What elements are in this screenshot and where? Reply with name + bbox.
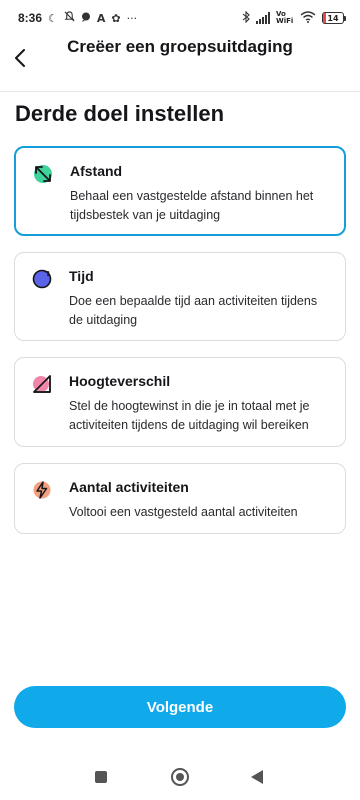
battery-level: 14 <box>327 13 339 23</box>
system-back-button[interactable] <box>251 770 263 784</box>
option-card-activities[interactable]: Aantal activiteiten Voltooi een vastgest… <box>14 463 346 534</box>
moon-icon: ☾ <box>48 11 58 25</box>
header-title: Creëer een groepsuitdaging <box>67 37 293 56</box>
option-card-elevation[interactable]: Hoogteverschil Stel de hoogtewinst in di… <box>14 357 346 447</box>
status-left: 8:36 ☾ A ✿ ··· <box>18 11 137 25</box>
signal-icon <box>256 12 270 24</box>
option-card-distance[interactable]: Afstand Behaal een vastgestelde afstand … <box>14 146 346 236</box>
option-description: Doe een bepaalde tijd aan activiteiten t… <box>69 294 318 327</box>
back-button[interactable] <box>10 46 30 70</box>
chevron-left-icon <box>15 49 25 67</box>
option-title: Afstand <box>70 163 123 179</box>
time-refresh-icon <box>32 269 52 289</box>
recent-apps-button[interactable] <box>95 771 107 783</box>
option-card-time[interactable]: Tijd Doe een bepaalde tijd aan activitei… <box>14 252 346 341</box>
gear-icon: ✿ <box>111 11 121 25</box>
option-description: Stel de hoogtewinst in die je in totaal … <box>69 399 310 432</box>
bluetooth-icon <box>242 10 250 26</box>
home-button[interactable] <box>171 768 189 786</box>
wifi-icon <box>300 10 316 26</box>
option-description: Voltooi een vastgesteld aantal activitei… <box>69 505 298 519</box>
lightning-bolt-icon <box>33 481 51 499</box>
volte-label: Vo WiFi <box>276 10 294 25</box>
option-title: Hoogteverschil <box>69 373 171 389</box>
app-a-icon: A <box>96 11 106 25</box>
status-bar: 8:36 ☾ A ✿ ··· Vo WiFi 14 <box>0 0 360 36</box>
elevation-slope-icon <box>33 375 51 393</box>
option-description: Behaal een vastgestelde afstand binnen h… <box>70 189 314 222</box>
battery-icon: 14 <box>322 12 346 24</box>
chat-icon <box>81 12 91 25</box>
more-dots-icon: ··· <box>126 11 138 25</box>
status-time: 8:36 <box>18 11 43 25</box>
page-title: Derde doel instellen <box>15 101 225 126</box>
app-header: Creëer een groepsuitdaging <box>0 36 360 86</box>
option-title: Tijd <box>69 268 94 284</box>
option-title: Aantal activiteiten <box>69 479 189 495</box>
header-divider <box>0 91 360 92</box>
system-nav-bar <box>0 754 360 800</box>
status-right: Vo WiFi 14 <box>242 10 346 26</box>
mute-bell-icon <box>64 11 75 25</box>
next-button[interactable]: Volgende <box>14 686 346 728</box>
distance-arrows-icon <box>34 165 52 183</box>
